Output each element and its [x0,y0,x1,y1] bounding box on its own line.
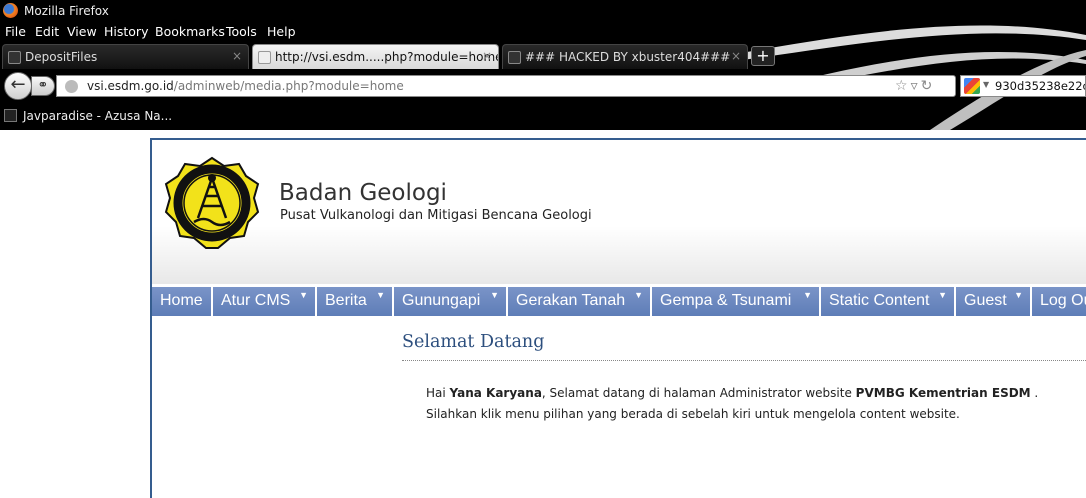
nav-label: Guest [964,292,1007,309]
menu-bar: File Edit View History Bookmarks Tools H… [0,22,1086,42]
navigation-bar: ← ⚭ vsi.esdm.go.id/adminweb/media.php?mo… [0,69,1086,103]
page-viewport: Badan Geologi Pusat Vulkanologi dan Miti… [0,130,1086,498]
menu-edit[interactable]: Edit [35,24,59,39]
chevron-down-icon: ▼ [938,290,947,300]
nav-atur-cms[interactable]: Atur CMS ▼ [213,287,317,316]
menu-history[interactable]: History [104,24,148,39]
divider [402,360,1086,361]
nav-label: Berita [325,292,367,309]
menu-file[interactable]: File [5,24,26,39]
bookmarks-toolbar: Javparadise - Azusa Na... [0,105,1086,127]
chevron-down-icon: ▼ [1014,290,1023,300]
page-title: Selamat Datang [402,332,545,352]
chevron-down-icon: ▼ [376,290,385,300]
url-host: vsi.esdm.go.id [87,79,174,93]
chevron-down-icon: ▼ [634,290,643,300]
url-path: /adminweb/media.php?module=home [173,79,404,93]
url-bar-tools: ☆▿↻ [895,78,935,94]
forward-button[interactable]: ⚭ [31,76,55,96]
tab-depositfiles[interactable]: DepositFiles × [2,44,249,69]
chevron-down-icon: ▼ [803,290,812,300]
user-name: Yana Karyana [449,386,542,400]
nav-label: Gunungapi [402,292,481,309]
menu-help[interactable]: Help [267,24,296,39]
reload-icon[interactable]: ↻ [921,78,936,94]
greeting-suffix: . [1030,386,1039,400]
back-button[interactable]: ← [4,72,32,100]
search-input[interactable]: ▼ 930d35238e22c6b [960,75,1086,97]
tab-active-page[interactable]: http://vsi.esdm.....php?module=home × [252,44,499,69]
site-header: Badan Geologi Pusat Vulkanologi dan Miti… [152,140,1086,284]
welcome-line-2: Silahkan klik menu pilihan yang berada d… [426,407,960,421]
search-engine-dropdown-icon[interactable]: ▼ [983,80,989,89]
key-icon: ⚭ [37,78,49,93]
admin-panel: Badan Geologi Pusat Vulkanologi dan Miti… [150,138,1086,498]
tab-favicon-icon [508,51,521,64]
tab-close-icon[interactable]: × [482,49,492,63]
dropdown-arrow-icon[interactable]: ▿ [911,78,921,94]
organization-name: PVMBG Kementrian ESDM [855,386,1031,400]
nav-gunungapi[interactable]: Gunungapi ▼ [394,287,508,316]
tab-label: http://vsi.esdm.....php?module=home [275,50,499,64]
new-tab-button[interactable]: + [751,46,775,66]
tab-favicon-icon [258,51,271,64]
greeting-prefix: Hai [426,386,450,400]
nav-gempa-tsunami[interactable]: Gempa & Tsunami ▼ [652,287,821,316]
tab-close-icon[interactable]: × [731,49,741,63]
site-title: Badan Geologi [279,180,447,206]
menu-tools[interactable]: Tools [226,24,257,39]
menu-bookmarks[interactable]: Bookmarks [155,24,225,39]
bookmark-item[interactable]: Javparadise - Azusa Na... [23,109,172,123]
nav-label: Home [160,292,203,309]
back-arrow-icon: ← [10,74,26,95]
site-identity-icon [65,80,78,93]
greeting-middle: , Selamat datang di halaman Administrato… [541,386,856,400]
tab-label: ### HACKED BY xbuster404### [525,50,731,64]
site-subtitle: Pusat Vulkanologi dan Mitigasi Bencana G… [280,208,592,223]
nav-label: Static Content [829,292,930,309]
window-title: Mozilla Firefox [24,4,109,18]
chevron-down-icon: ▼ [299,290,308,300]
esdm-logo [164,156,260,249]
bookmark-star-icon[interactable]: ☆ [895,78,911,94]
tab-label: DepositFiles [25,50,98,64]
nav-label: Gerakan Tanah [516,292,626,309]
tab-strip: DepositFiles × http://vsi.esdm.....php?m… [0,42,1086,69]
nav-log-out[interactable]: Log Out [1032,287,1086,316]
google-icon[interactable] [964,78,980,94]
tab-hacked[interactable]: ### HACKED BY xbuster404### × [502,44,748,69]
url-bar[interactable]: vsi.esdm.go.id/adminweb/media.php?module… [56,75,956,97]
welcome-message: Hai Yana Karyana, Selamat datang di hala… [426,383,1038,425]
admin-nav-menu: Home Atur CMS ▼ Berita ▼ Gunungapi ▼ Ger… [152,287,1086,316]
welcome-line-1: Hai Yana Karyana, Selamat datang di hala… [426,383,1038,404]
nav-guest[interactable]: Guest ▼ [956,287,1032,316]
nav-label: Log Out [1040,292,1086,309]
nav-berita[interactable]: Berita ▼ [317,287,394,316]
nav-static-content[interactable]: Static Content ▼ [821,287,956,316]
chevron-down-icon: ▼ [490,290,499,300]
title-bar: Mozilla Firefox [0,0,1086,22]
search-value: 930d35238e22c6b [995,79,1085,93]
nav-label: Atur CMS [221,292,291,309]
firefox-icon [3,3,18,18]
nav-label: Gempa & Tsunami [660,292,792,309]
browser-chrome: Mozilla Firefox File Edit View History B… [0,0,1086,130]
tab-close-icon[interactable]: × [232,49,242,63]
bookmark-favicon-icon [4,109,17,122]
nav-gerakan-tanah[interactable]: Gerakan Tanah ▼ [508,287,652,316]
nav-home[interactable]: Home [152,287,213,316]
menu-view[interactable]: View [67,24,97,39]
tab-favicon-icon [8,51,21,64]
